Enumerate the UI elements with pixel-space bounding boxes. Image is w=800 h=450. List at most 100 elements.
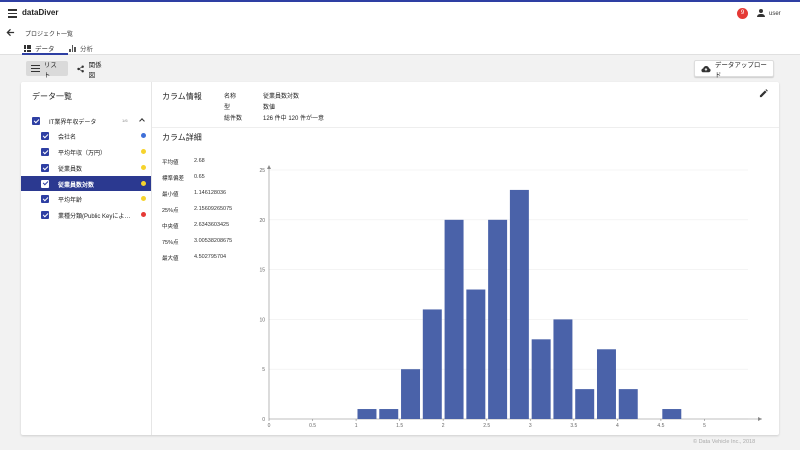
histogram-bar: [509, 189, 529, 419]
stat-key-mean: 平均値: [162, 160, 179, 166]
group-checkbox[interactable]: [32, 117, 40, 125]
list-item[interactable]: 会社名: [21, 129, 151, 143]
stat-value-mean: 2.68: [194, 158, 205, 164]
cloud-upload-icon: [701, 65, 711, 72]
breadcrumb-project-list[interactable]: プロジェクト一覧: [25, 29, 73, 38]
active-tab-indicator: [22, 53, 68, 55]
x-tick-label: 1: [355, 423, 358, 429]
user-label[interactable]: user: [769, 11, 781, 17]
type-dot: [141, 133, 146, 138]
x-tick-label: 0: [268, 423, 271, 429]
data-list-title: データ一覧: [32, 92, 72, 101]
item-checkbox[interactable]: [41, 211, 49, 219]
bar-chart-icon: [69, 44, 76, 52]
type-dot: [141, 181, 146, 186]
histogram-chart: 0 5 10 15 20 25 0 0.5 1 1.5 2 2.5 3 3.5 4 4.5 5: [259, 165, 762, 429]
type-dot: [141, 149, 146, 154]
histogram-bar: [422, 309, 442, 419]
list-item-selected[interactable]: 従業員数対数: [21, 176, 151, 191]
x-tick-label: 1.5: [396, 423, 403, 429]
edit-pencil-icon[interactable]: [759, 89, 768, 98]
list-item-label: 従業員数: [58, 167, 83, 173]
histogram-bar: [466, 289, 486, 419]
info-key-type: 型: [224, 105, 231, 111]
list-icon: [31, 65, 40, 72]
stat-value-median: 2.6343603425: [194, 222, 230, 228]
stat-key-std: 標準偏差: [162, 176, 185, 182]
x-tick-label: 4.5: [657, 423, 664, 429]
x-tick-label: 2: [442, 423, 445, 429]
stat-value-q75: 3.00538208675: [194, 238, 233, 244]
data-upload-label: データアップロード: [714, 61, 767, 79]
list-item[interactable]: 平均年齢: [21, 192, 151, 206]
y-tick-label: 15: [259, 268, 265, 274]
share-icon: [77, 65, 84, 72]
y-tick-label: 10: [259, 317, 265, 323]
stat-key-median: 中央値: [162, 224, 179, 230]
info-value-type: 数値: [263, 105, 276, 111]
stat-key-max: 最大値: [162, 256, 179, 262]
list-item-label: 平均年収（万円）: [58, 151, 107, 157]
group-count: 1/6: [122, 118, 128, 123]
section-divider: [152, 127, 779, 128]
tab-analysis-label: 分析: [80, 46, 93, 53]
info-key-count: 総件数: [224, 116, 243, 122]
list-item[interactable]: 平均年収（万円）: [21, 145, 151, 159]
item-checkbox[interactable]: [41, 132, 49, 140]
x-tick-label: 4: [616, 423, 619, 429]
group-label: IT業界年収データ: [49, 120, 97, 126]
stat-key-q25: 25%点: [162, 208, 179, 214]
notification-badge[interactable]: 9: [737, 8, 748, 19]
app-title: dataDiver: [22, 8, 59, 17]
list-item-label: 業種分類(Public Keyによ…: [58, 214, 131, 220]
type-dot: [141, 165, 146, 170]
back-arrow-icon[interactable]: [6, 28, 15, 40]
histogram-bar: [531, 339, 551, 419]
tab-analysis[interactable]: 分析: [69, 42, 93, 54]
y-tick-label: 20: [259, 218, 265, 224]
list-item-label: 会社名: [58, 135, 77, 141]
x-tick-label: 3: [529, 423, 532, 429]
item-checkbox[interactable]: [41, 164, 49, 172]
sub-header: プロジェクト一覧 データ 分析: [0, 25, 800, 55]
histogram-bar: [662, 409, 682, 419]
histogram-bar: [575, 389, 595, 419]
panel-divider: [151, 82, 152, 435]
type-dot: [141, 196, 146, 201]
footer-copyright: © Data Vehicle Inc., 2018: [693, 439, 756, 445]
relation-diagram-button[interactable]: 関係図: [72, 61, 112, 79]
user-icon[interactable]: [757, 9, 765, 18]
histogram-bar: [444, 219, 464, 419]
histogram-bar: [401, 369, 421, 419]
list-item[interactable]: 業種分類(Public Keyによ…: [21, 208, 151, 222]
stat-value-q25: 2.15609265075: [194, 206, 233, 212]
hamburger-menu-icon[interactable]: [8, 9, 17, 18]
stat-key-q75: 75%点: [162, 240, 179, 246]
chevron-up-icon[interactable]: [139, 118, 145, 124]
stat-key-min: 最小値: [162, 192, 179, 198]
histogram-bar: [488, 219, 508, 419]
histogram-bar: [357, 409, 377, 419]
y-tick-label: 5: [262, 367, 265, 373]
item-checkbox[interactable]: [41, 179, 49, 188]
list-item[interactable]: 従業員数: [21, 161, 151, 175]
y-axis-arrow: [267, 165, 271, 169]
x-tick-label: 0.5: [309, 423, 316, 429]
info-key-name: 名称: [224, 94, 237, 100]
x-axis-arrow: [758, 417, 762, 421]
stat-value-std: 0.65: [194, 174, 205, 180]
list-view-button[interactable]: リスト: [26, 61, 68, 79]
item-checkbox[interactable]: [41, 195, 49, 203]
data-upload-button[interactable]: データアップロード: [694, 60, 774, 79]
type-dot: [141, 212, 146, 217]
relation-diagram-label: 関係図: [88, 61, 102, 79]
app-bar: dataDiver 9 user: [0, 2, 800, 25]
stat-value-min: 1.146128036: [194, 190, 227, 196]
data-group-row[interactable]: IT業界年収データ 1/6: [21, 114, 151, 128]
x-tick-label: 5: [703, 423, 706, 429]
item-checkbox[interactable]: [41, 148, 49, 156]
info-value-name: 従業員数対数: [263, 94, 300, 100]
y-tick-label: 25: [259, 168, 265, 174]
histogram-bar: [596, 349, 616, 419]
histogram-bar: [618, 389, 638, 419]
